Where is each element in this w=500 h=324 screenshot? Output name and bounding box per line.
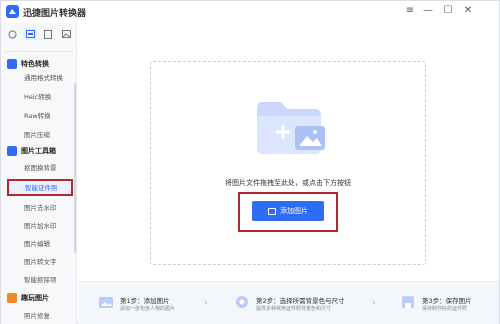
sidebar-item-heic[interactable]: Heic转换 [24, 92, 51, 102]
history-icon[interactable] [5, 28, 19, 40]
minimize-button[interactable]: — [421, 4, 435, 18]
app-title: 迅捷图片转换器 [23, 9, 87, 19]
image-upload-icon [99, 297, 113, 308]
step-desc: 保存制作好的证件照 [422, 306, 468, 312]
sidebar-item-general-convert[interactable]: 通用格式转换 [24, 73, 63, 83]
settings-icon [236, 296, 248, 308]
app-logo-icon [6, 5, 19, 18]
sidebar-item-ocr[interactable]: 图片转文字 [24, 257, 57, 267]
drop-hint-text: 将图片文件拖拽至此处，或点击下方按钮 [225, 179, 351, 187]
close-button[interactable]: ✕ [461, 4, 475, 18]
group-label: 特色转换 [21, 60, 49, 68]
maximize-button[interactable]: ☐ [441, 4, 455, 18]
step-title: 第1步：添加图片 [120, 297, 170, 305]
menu-icon[interactable]: ≡ [403, 4, 417, 18]
steps-bar: 第1步：添加图片 添加一张包含人物的图片 › 第2步：选择所需背景色与尺寸 提供… [78, 281, 499, 324]
sidebar-item-cutout[interactable]: 抠图换背景 [24, 163, 57, 173]
folder-illustration-icon [257, 102, 325, 154]
save-icon [402, 296, 414, 308]
step-title: 第3步：保存图片 [422, 297, 472, 305]
title-bar: 迅捷图片转换器 ≡ — ☐ ✕ [1, 1, 499, 23]
document-icon[interactable] [41, 28, 55, 40]
image-add-icon [268, 207, 276, 215]
sidebar-divider [5, 51, 73, 52]
sidebar-item-photo-repair[interactable]: 照片修复 [24, 311, 50, 321]
sidebar-item-id-photo[interactable]: 智能证件照 [7, 179, 73, 196]
toolbox-icon [7, 146, 17, 156]
sidebar-item-smart-remove[interactable]: 智能抠除项 [24, 275, 57, 285]
step-desc: 添加一张包含人物的图片 [120, 306, 176, 312]
group-image-toolbox[interactable]: 图片工具箱 [7, 145, 56, 157]
sidebar-item-compress[interactable]: 图片压缩 [24, 130, 50, 140]
sidebar-scrollbar[interactable] [74, 83, 76, 253]
step-desc: 提供多种常用证件照背景色和尺寸 [256, 306, 332, 312]
home-icon[interactable] [23, 28, 37, 40]
group-fun-images[interactable]: 趣玩图片 [7, 292, 49, 304]
main-panel: 将图片文件拖拽至此处，或点击下方按钮 添加图片 第1步：添加图片 添加一张包含人… [78, 23, 499, 324]
chevron-right-icon: › [204, 298, 208, 308]
convert-icon [7, 59, 17, 69]
group-label: 趣玩图片 [21, 294, 49, 302]
sidebar-item-raw[interactable]: Raw转换 [24, 111, 51, 121]
group-label: 图片工具箱 [21, 147, 56, 155]
add-image-button[interactable]: 添加图片 [252, 201, 324, 221]
app-window: 迅捷图片转换器 ≡ — ☐ ✕ 特色转换 通用格式转换 Heic转换 Raw转换… [0, 0, 500, 324]
fun-icon [7, 293, 17, 303]
drop-zone[interactable]: 将图片文件拖拽至此处，或点击下方按钮 添加图片 [150, 61, 426, 265]
step-title: 第2步：选择所需背景色与尺寸 [256, 297, 345, 305]
sidebar-item-add-watermark[interactable]: 图片加水印 [24, 221, 57, 231]
image-icon[interactable] [59, 28, 73, 40]
add-image-label: 添加图片 [280, 207, 308, 215]
sidebar-top-tabs [1, 23, 77, 45]
chevron-right-icon: › [372, 298, 376, 308]
sidebar-item-remove-watermark[interactable]: 图片去水印 [24, 203, 57, 213]
sidebar: 特色转换 通用格式转换 Heic转换 Raw转换 图片压缩 图片工具箱 抠图换背… [1, 23, 77, 324]
group-feature-convert[interactable]: 特色转换 [7, 58, 49, 70]
sidebar-item-edit[interactable]: 图片编辑 [24, 239, 50, 249]
